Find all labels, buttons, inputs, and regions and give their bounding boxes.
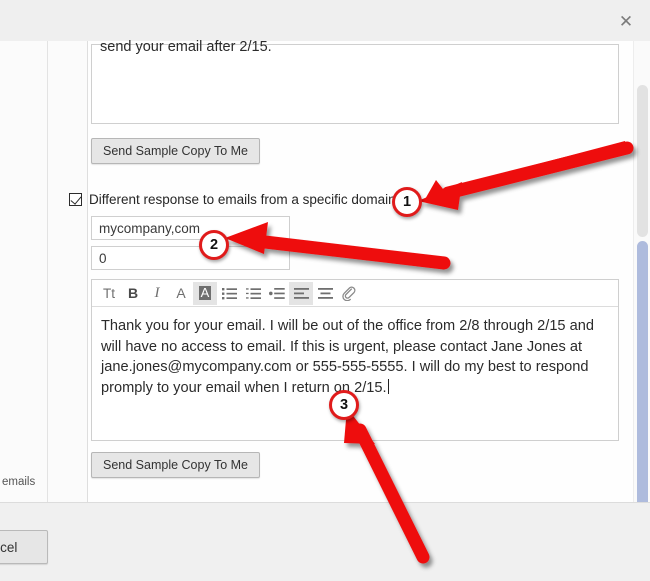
text-caret xyxy=(388,379,389,394)
send-sample-copy-button-top[interactable]: Send Sample Copy To Me xyxy=(91,138,260,164)
domain-checkbox-row[interactable]: Different response to emails from a spec… xyxy=(69,192,396,207)
indent-icon[interactable] xyxy=(265,282,289,305)
vertical-scrollbar[interactable] xyxy=(633,41,650,502)
domain-response-editor: Tt B I A A xyxy=(91,279,619,441)
editor-body-text: Thank you for your email. I will be out … xyxy=(101,318,594,396)
send-sample-copy-button-domain[interactable]: Send Sample Copy To Me xyxy=(91,452,260,478)
align-center-icon[interactable] xyxy=(313,282,337,305)
text-color-icon[interactable]: A xyxy=(169,282,193,305)
bold-icon[interactable]: B xyxy=(121,282,145,305)
italic-icon[interactable]: I xyxy=(145,282,169,305)
callout-badge-2: 2 xyxy=(199,230,229,260)
dialog-window: ✕ emails send your email after 2/15. Sen… xyxy=(0,0,650,581)
font-size-icon[interactable]: Tt xyxy=(97,282,121,305)
rail-divider xyxy=(47,41,48,502)
default-response-text: send your email after 2/15. xyxy=(100,39,272,55)
scrollbar-track-upper xyxy=(637,85,648,237)
close-icon[interactable]: ✕ xyxy=(610,8,642,36)
align-left-icon[interactable] xyxy=(289,282,313,305)
default-response-textarea[interactable]: send your email after 2/15. xyxy=(91,44,619,124)
cancel-button[interactable]: ncel xyxy=(0,530,48,564)
numbered-list-icon[interactable] xyxy=(241,282,265,305)
domain-checkbox[interactable] xyxy=(69,193,82,206)
dialog-footer xyxy=(0,502,650,581)
insert-link-icon[interactable] xyxy=(337,282,361,305)
bulleted-list-icon[interactable] xyxy=(217,282,241,305)
title-bar: ✕ xyxy=(0,0,650,42)
scrollbar-thumb[interactable] xyxy=(637,241,648,541)
editor-body[interactable]: Thank you for your email. I will be out … xyxy=(92,307,618,398)
highlight-color-icon[interactable]: A xyxy=(193,282,217,305)
callout-badge-3: 3 xyxy=(329,390,359,420)
domain-checkbox-label: Different response to emails from a spec… xyxy=(89,192,396,207)
rail-partial-label: emails xyxy=(2,476,46,488)
delay-input[interactable] xyxy=(91,246,290,270)
domain-input[interactable] xyxy=(91,216,290,240)
callout-badge-1: 1 xyxy=(392,187,422,217)
editor-toolbar: Tt B I A A xyxy=(92,280,618,307)
left-rail xyxy=(0,41,88,502)
